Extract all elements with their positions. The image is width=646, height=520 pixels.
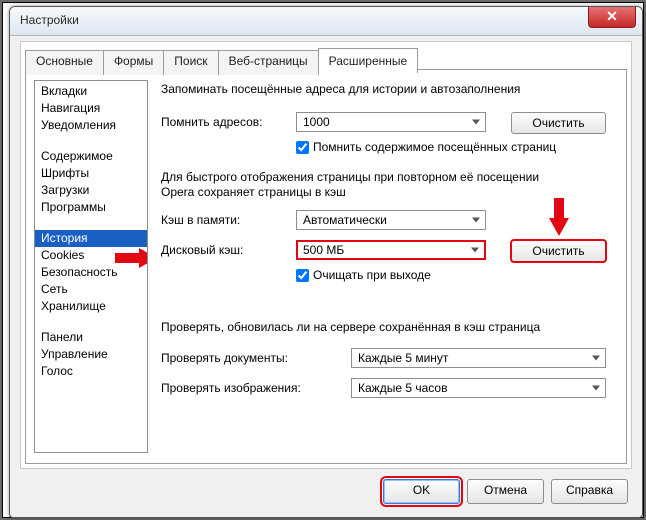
disk-cache-select[interactable]: 500 МБ <box>296 240 486 260</box>
close-icon[interactable]: ✕ <box>588 7 636 28</box>
clear-on-exit-label: Очищать при выходе <box>313 268 431 282</box>
check-intro: Проверять, обновилась ли на сервере сохр… <box>161 320 540 334</box>
sidebar-item-notifications[interactable]: Уведомления <box>35 117 147 134</box>
remember-value: 1000 <box>303 115 330 129</box>
check-docs-label: Проверять документы: <box>161 351 288 365</box>
check-docs-select[interactable]: Каждые 5 минут <box>351 348 606 368</box>
sidebar-item-programs[interactable]: Программы <box>35 199 147 216</box>
sidebar-item-voice[interactable]: Голос <box>35 363 147 380</box>
cache-line2: Opera сохраняет страницы в кэш <box>161 185 346 199</box>
cache-line1: Для быстрого отображения страницы при по… <box>161 170 539 184</box>
sidebar-item-navigation[interactable]: Навигация <box>35 100 147 117</box>
history-panel: Запоминать посещённые адреса для истории… <box>161 80 618 453</box>
memory-cache-value: Автоматически <box>303 213 387 227</box>
advanced-sidebar: Вкладки Навигация Уведомления Содержимое… <box>34 80 148 453</box>
ok-button[interactable]: OK <box>383 479 460 504</box>
dialog-body: Основные Формы Поиск Веб-страницы Расшир… <box>20 41 632 469</box>
clear-on-exit-input[interactable] <box>296 269 309 282</box>
sidebar-item-storage[interactable]: Хранилище <box>35 298 147 315</box>
disk-cache-value: 500 МБ <box>303 243 344 257</box>
check-imgs-label: Проверять изображения: <box>161 381 301 395</box>
sidebar-item-tabs[interactable]: Вкладки <box>35 83 147 100</box>
clear-on-exit-checkbox[interactable]: Очищать при выходе <box>296 268 431 282</box>
sidebar-item-downloads[interactable]: Загрузки <box>35 182 147 199</box>
sidebar-item-content[interactable]: Содержимое <box>35 148 147 165</box>
check-imgs-select[interactable]: Каждые 5 часов <box>351 378 606 398</box>
remember-content-checkbox[interactable]: Помнить содержимое посещённых страниц <box>296 140 556 154</box>
memory-cache-select[interactable]: Автоматически <box>296 210 486 230</box>
remember-content-input[interactable] <box>296 141 309 154</box>
title-bar: Настройки ✕ <box>10 7 642 36</box>
tab-search[interactable]: Поиск <box>163 50 218 75</box>
intro-text: Запоминать посещённые адреса для истории… <box>161 82 520 96</box>
help-button[interactable]: Справка <box>551 479 628 504</box>
cancel-button[interactable]: Отмена <box>467 479 544 504</box>
tab-advanced[interactable]: Расширенные <box>318 48 419 73</box>
dialog-button-bar: OK Отмена Справка <box>20 477 632 507</box>
remember-label: Помнить адресов: <box>161 115 263 129</box>
clear-history-button[interactable]: Очистить <box>511 112 606 134</box>
check-docs-value: Каждые 5 минут <box>358 351 448 365</box>
tab-strip: Основные Формы Поиск Веб-страницы Расшир… <box>25 48 417 73</box>
clear-cache-button[interactable]: Очистить <box>511 240 606 262</box>
remember-content-label: Помнить содержимое посещённых страниц <box>313 140 556 154</box>
sidebar-item-network[interactable]: Сеть <box>35 281 147 298</box>
red-arrow-down-icon <box>549 218 569 236</box>
sidebar-item-fonts[interactable]: Шрифты <box>35 165 147 182</box>
memory-cache-label: Кэш в памяти: <box>161 213 240 227</box>
sidebar-item-management[interactable]: Управление <box>35 346 147 363</box>
sidebar-item-security[interactable]: Безопасность <box>35 264 147 281</box>
red-arrow-right-icon <box>139 248 148 268</box>
tab-forms[interactable]: Формы <box>103 50 164 75</box>
settings-window: Настройки ✕ Основные Формы Поиск Веб-стр… <box>9 6 643 518</box>
sidebar-item-panels[interactable]: Панели <box>35 329 147 346</box>
tab-main[interactable]: Основные <box>25 50 104 75</box>
window-title: Настройки <box>20 13 79 27</box>
tab-webpages[interactable]: Веб-страницы <box>218 50 319 75</box>
disk-cache-label: Дисковый кэш: <box>161 243 243 257</box>
sidebar-item-history[interactable]: История <box>35 230 147 247</box>
tab-panel-advanced: Вкладки Навигация Уведомления Содержимое… <box>25 69 627 464</box>
check-imgs-value: Каждые 5 часов <box>358 381 447 395</box>
remember-count-select[interactable]: 1000 <box>296 112 486 132</box>
